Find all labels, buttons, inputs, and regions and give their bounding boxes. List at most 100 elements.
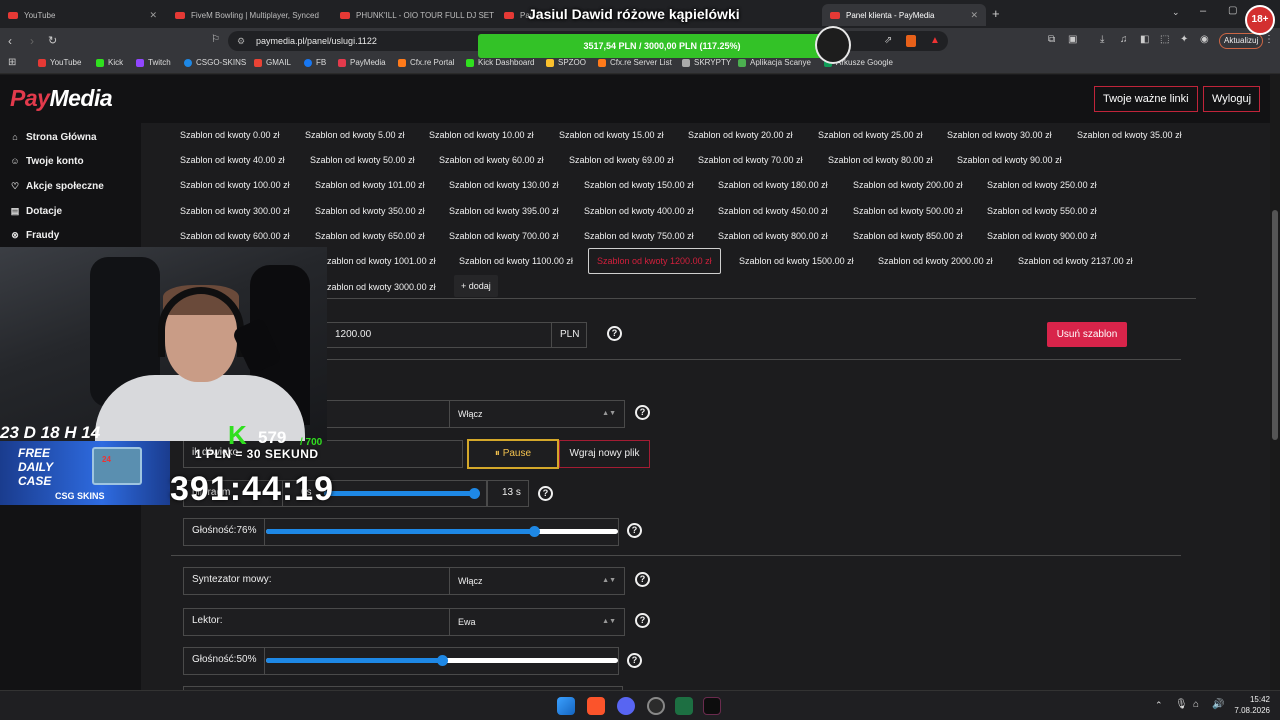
template-item[interactable]: Szablon od kwoty 101.00 zł [311, 173, 429, 197]
screenshot-icon[interactable]: ⬚ [1160, 34, 1169, 45]
template-item[interactable]: Szablon od kwoty 90.00 zł [953, 148, 1066, 172]
tab-list-icon[interactable]: ⌄ [1172, 7, 1180, 18]
close-tab-icon[interactable]: ✕ [970, 10, 978, 21]
scrollbar-thumb[interactable] [1272, 210, 1278, 440]
extensions-icon[interactable]: ⧉ [1048, 34, 1055, 45]
new-tab-icon[interactable]: + [992, 6, 1000, 21]
template-item[interactable]: Szablon od kwoty 2137.00 zł [1014, 249, 1137, 273]
template-item[interactable]: zablon od kwoty 1001.00 zł [323, 249, 440, 273]
template-item[interactable]: Szablon od kwoty 900.00 zł [983, 224, 1101, 248]
bookmark-skrypty[interactable]: SKRYPTY [682, 58, 731, 67]
upload-file-button[interactable]: Wgraj nowy plik [559, 440, 650, 468]
tab-phunkill[interactable]: PHUNK'ILL - OIO TOUR FULL DJ SET [332, 4, 495, 26]
brave-rewards-icon[interactable]: ▲ [930, 31, 940, 51]
template-item[interactable]: Szablon od kwoty 80.00 zł [824, 148, 937, 172]
bookmark-icon[interactable]: ⚐ [211, 34, 220, 45]
template-item[interactable]: zablon od kwoty 3000.00 zł [323, 275, 440, 299]
template-item[interactable]: Szablon od kwoty 850.00 zł [849, 224, 967, 248]
menu-icon[interactable]: ⋮ [1264, 34, 1274, 45]
forward-icon[interactable]: › [30, 34, 34, 48]
bookmark-twitch[interactable]: Twitch [136, 58, 171, 67]
update-button[interactable]: Aktualizuj [1219, 33, 1264, 49]
amount-input[interactable]: 1200.00 [326, 322, 552, 348]
help-icon[interactable]: ? [607, 326, 622, 341]
template-item[interactable]: Szablon od kwoty 10.00 zł [425, 123, 538, 147]
lector-select[interactable]: Ewa ▲▼ [449, 608, 625, 636]
template-item[interactable]: Szablon od kwoty 30.00 zł [943, 123, 1056, 147]
template-item[interactable]: Szablon od kwoty 100.00 zł [176, 173, 294, 197]
template-item[interactable]: Szablon od kwoty 800.00 zł [714, 224, 832, 248]
template-item[interactable]: Szablon od kwoty 130.00 zł [445, 173, 563, 197]
bookmark-cfx-server-list[interactable]: Cfx.re Server List [598, 58, 672, 67]
microphone-icon[interactable]: 🎙 [1175, 699, 1188, 710]
bookmark-youtube[interactable]: YouTube [38, 58, 81, 67]
discord-icon[interactable] [617, 697, 635, 715]
bookmark-kick[interactable]: Kick [96, 58, 123, 67]
site-settings-icon[interactable]: ⚙ [237, 31, 245, 51]
template-item[interactable]: Szablon od kwoty 395.00 zł [445, 199, 563, 223]
template-item[interactable]: Szablon od kwoty 15.00 zł [555, 123, 668, 147]
volume-slider-knob[interactable] [437, 655, 448, 666]
obs-icon[interactable] [647, 697, 665, 715]
bookmark-kick-dashboard[interactable]: Kick Dashboard [466, 58, 534, 67]
delete-template-button[interactable]: Usuń szablon [1047, 322, 1127, 347]
page-scrollbar[interactable] [1270, 75, 1280, 690]
important-links-button[interactable]: Twoje ważne linki [1094, 86, 1198, 112]
template-item-selected[interactable]: Szablon od kwoty 1200.00 zł [588, 248, 721, 274]
apps-icon[interactable]: ⊞ [8, 57, 16, 68]
back-icon[interactable]: ‹ [8, 34, 12, 48]
tts-select[interactable]: Włącz ▲▼ [449, 567, 625, 595]
enable-select[interactable]: Włącz ▲▼ [449, 400, 625, 428]
template-item[interactable]: Szablon od kwoty 50.00 zł [306, 148, 419, 172]
help-icon[interactable]: ? [538, 486, 553, 501]
tray-chevron-icon[interactable]: ⌃ [1155, 700, 1163, 711]
system-clock[interactable]: 15:42 7.08.2026 [1234, 694, 1270, 716]
cut-slider-knob[interactable] [469, 488, 480, 499]
template-item[interactable]: Szablon od kwoty 60.00 zł [435, 148, 548, 172]
minimize-icon[interactable]: – [1200, 5, 1206, 17]
template-item[interactable]: Szablon od kwoty 500.00 zł [849, 199, 967, 223]
volume-slider[interactable] [266, 655, 618, 666]
template-item[interactable]: Szablon od kwoty 180.00 zł [714, 173, 832, 197]
template-item[interactable]: Szablon od kwoty 200.00 zł [849, 173, 967, 197]
template-item[interactable]: Szablon od kwoty 450.00 zł [714, 199, 832, 223]
template-item[interactable]: Szablon od kwoty 550.00 zł [983, 199, 1101, 223]
sidebar-toggle-icon[interactable]: ◧ [1140, 34, 1149, 45]
sidebar-item-home[interactable]: ⌂ Strona Główna [10, 128, 96, 146]
network-icon[interactable]: ⌂ [1193, 699, 1199, 710]
tab-panel-klienta[interactable]: Panel klienta - PayMedia ✕ [822, 4, 986, 26]
wallet-icon[interactable]: ▣ [1068, 34, 1077, 45]
template-item[interactable]: Szablon od kwoty 1100.00 zł [455, 249, 577, 273]
template-item[interactable]: Szablon od kwoty 20.00 zł [684, 123, 797, 147]
template-item[interactable]: Szablon od kwoty 70.00 zł [694, 148, 807, 172]
help-icon[interactable]: ? [627, 653, 642, 668]
help-icon[interactable]: ? [635, 405, 650, 420]
close-tab-icon[interactable]: ✕ [149, 10, 157, 21]
brave-browser-icon[interactable] [587, 697, 605, 715]
pause-button[interactable]: ⏸ Pause [467, 439, 559, 469]
music-icon[interactable]: ♫ [1120, 34, 1128, 45]
template-item[interactable]: Szablon od kwoty 150.00 zł [580, 173, 698, 197]
help-icon[interactable]: ? [627, 523, 642, 538]
bookmark-spzoo[interactable]: SPZOO [546, 58, 586, 67]
template-item[interactable]: Szablon od kwoty 750.00 zł [580, 224, 698, 248]
maximize-icon[interactable]: ▢ [1228, 5, 1237, 16]
brave-shields-icon[interactable] [906, 35, 916, 47]
windows-start-icon[interactable] [557, 697, 575, 715]
sidebar-item-donations[interactable]: ▤ Dotacje [10, 202, 62, 220]
download-icon[interactable]: ⤓ [1100, 34, 1104, 45]
template-item[interactable]: Szablon od kwoty 0.00 zł [176, 123, 284, 147]
bookmark-gmail[interactable]: GMAIL [254, 58, 291, 67]
tab-fivem-bowling[interactable]: FiveM Bowling | Multiplayer, Synced [167, 4, 330, 26]
tab-youtube[interactable]: YouTube ✕ [0, 4, 165, 26]
sidebar-item-account[interactable]: ☺ Twoje konto [10, 152, 83, 170]
template-item[interactable]: Szablon od kwoty 1500.00 zł [735, 249, 858, 273]
template-item[interactable]: Szablon od kwoty 2000.00 zł [874, 249, 997, 273]
volume-icon[interactable]: 🔊 [1212, 699, 1224, 710]
help-icon[interactable]: ? [635, 613, 650, 628]
help-icon[interactable]: ? [635, 572, 650, 587]
template-item[interactable]: Szablon od kwoty 600.00 zł [176, 224, 294, 248]
vpn-icon[interactable]: ◉ [1200, 34, 1209, 45]
ai-icon[interactable]: ✦ [1180, 34, 1188, 45]
template-item[interactable]: Szablon od kwoty 40.00 zł [176, 148, 289, 172]
